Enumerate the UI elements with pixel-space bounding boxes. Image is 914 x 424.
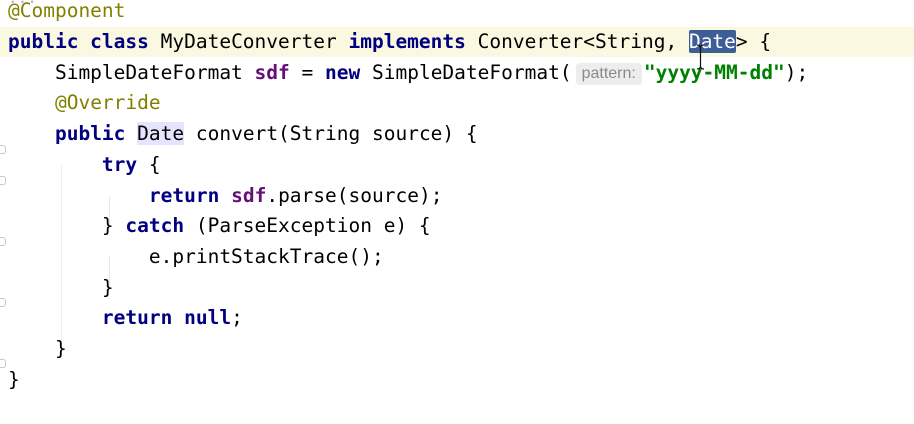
code-token: }: [8, 368, 20, 391]
code-line-text: public class MyDateConverter implements …: [8, 27, 771, 57]
code-token: ;: [231, 306, 243, 329]
code-token: (ParseException e) {: [184, 214, 431, 237]
keyword-token: return: [148, 184, 220, 207]
code-line[interactable]: SimpleDateFormat sdf = new SimpleDateFor…: [0, 58, 914, 88]
usage-highlight: Date: [137, 122, 185, 145]
code-line-text: }: [8, 273, 114, 303]
code-token: e.printStackTrace();: [8, 245, 384, 268]
keyword-token: public: [54, 122, 126, 145]
code-line-text: }: [8, 334, 67, 364]
code-line-text: @Component: [8, 0, 125, 26]
code-line[interactable]: try {: [0, 150, 914, 180]
code-line[interactable]: } catch (ParseException e) {: [0, 211, 914, 241]
code-editor[interactable]: ... @Componentpublic class MyDateConvert…: [0, 0, 914, 424]
field-token: sdf: [231, 184, 267, 207]
annotation-token: @Override: [54, 91, 161, 114]
code-token: =: [289, 61, 326, 84]
code-token: > {: [735, 30, 772, 53]
keyword-token: catch: [125, 214, 185, 237]
keyword-token: new: [325, 61, 361, 84]
code-line-text: @Override: [8, 88, 161, 118]
field-token: sdf: [254, 61, 290, 84]
code-token: convert(String source) {: [184, 122, 478, 145]
code-line[interactable]: @Component: [0, 0, 914, 26]
code-line-text: e.printStackTrace();: [8, 242, 384, 272]
code-token: SimpleDateFormat(: [360, 61, 572, 84]
selected-text: Date: [688, 30, 736, 53]
code-line-text: SimpleDateFormat sdf = new SimpleDateFor…: [8, 58, 808, 88]
keyword-token: public class: [8, 30, 149, 53]
code-line-text: }: [8, 365, 20, 395]
code-token: );: [784, 61, 809, 84]
code-token: Converter<String,: [465, 30, 689, 53]
code-token: MyDateConverter: [148, 30, 349, 53]
keyword-token: try: [101, 153, 138, 176]
code-token: }: [8, 337, 67, 360]
string-literal: "yyyy-MM-dd": [643, 61, 785, 84]
code-token: }: [8, 276, 114, 299]
text-cursor-icon: [697, 44, 704, 70]
code-line-text: return sdf.parse(source);: [8, 181, 443, 211]
code-line[interactable]: public Date convert(String source) {: [0, 119, 914, 149]
code-token: SimpleDateFormat: [8, 61, 255, 84]
annotation-token: @Component: [8, 0, 126, 22]
code-token: }: [8, 214, 126, 237]
code-line[interactable]: e.printStackTrace();: [0, 242, 914, 272]
keyword-token: return null: [101, 306, 232, 329]
code-line[interactable]: }: [0, 365, 914, 395]
code-line[interactable]: return sdf.parse(source);: [0, 181, 914, 211]
code-line[interactable]: }: [0, 334, 914, 364]
code-line-text: try {: [8, 150, 161, 180]
code-line-text: } catch (ParseException e) {: [8, 211, 431, 241]
parameter-hint: pattern:: [575, 63, 642, 85]
code-line-text: return null;: [8, 303, 243, 333]
code-line[interactable]: public class MyDateConverter implements …: [0, 27, 914, 57]
code-line[interactable]: return null;: [0, 303, 914, 333]
keyword-token: implements: [348, 30, 466, 53]
code-token: {: [137, 153, 161, 176]
code-line[interactable]: }: [0, 273, 914, 303]
code-line-text: public Date convert(String source) {: [8, 119, 478, 149]
code-token: .parse(source);: [266, 184, 443, 207]
code-line[interactable]: @Override: [0, 88, 914, 118]
